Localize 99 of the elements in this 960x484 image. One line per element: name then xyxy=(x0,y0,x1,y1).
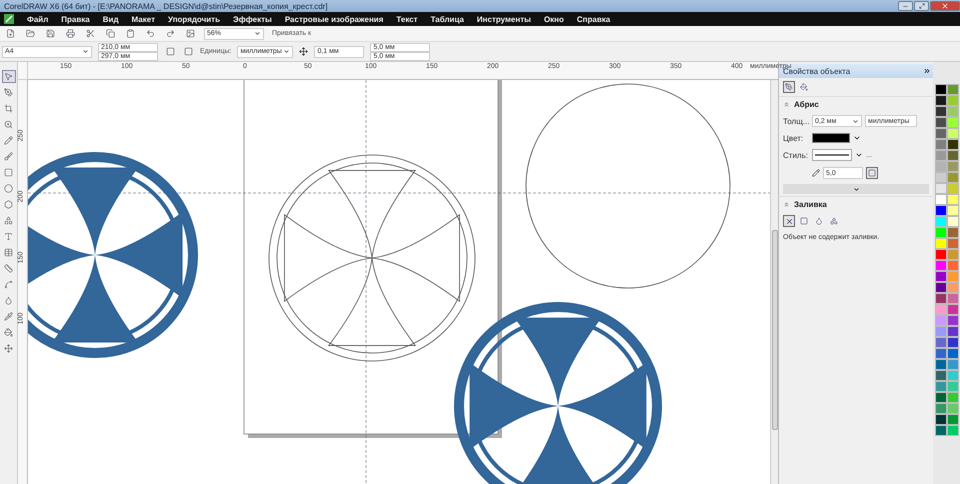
print-icon xyxy=(66,29,74,38)
no-fill-button[interactable] xyxy=(783,215,795,227)
paint-bucket-icon xyxy=(4,328,13,337)
tool-button[interactable] xyxy=(2,326,16,339)
menu-item[interactable]: Эффекты xyxy=(233,14,272,24)
text-tool-icon xyxy=(4,232,13,241)
pen-tool-icon xyxy=(4,88,13,97)
window-title: CorelDRAW X6 (64 бит) - [E:\PANORAMA _ DESIGN\d@stin\Резервная_копия_крест.cdr] xyxy=(4,2,328,10)
menu-item[interactable]: Окно xyxy=(544,14,564,24)
landscape-icon xyxy=(184,47,192,56)
zoom-icon xyxy=(4,120,13,129)
toolbar-button[interactable] xyxy=(144,28,156,40)
tool-button[interactable] xyxy=(2,310,16,323)
tool-button[interactable] xyxy=(2,70,16,83)
pen-icon xyxy=(785,83,793,91)
folder-icon xyxy=(26,29,34,38)
expand-icon[interactable] xyxy=(923,67,931,75)
ellipse-icon xyxy=(4,184,13,193)
tool-button[interactable] xyxy=(2,102,16,115)
rectangle-icon xyxy=(4,168,13,177)
tool-button[interactable] xyxy=(2,182,16,195)
caret-icon xyxy=(283,48,290,55)
nudge-icon xyxy=(299,47,308,56)
collapse-icon xyxy=(783,101,790,108)
caret-icon xyxy=(852,186,860,192)
menu-item[interactable]: Инструменты xyxy=(476,14,531,24)
landscape-button[interactable] xyxy=(182,46,194,58)
close-icon xyxy=(941,2,949,10)
droplet-icon xyxy=(4,296,13,305)
redo-icon xyxy=(166,29,174,38)
field-label: Толщ... xyxy=(783,116,809,126)
move-icon xyxy=(4,344,13,353)
fill-section-header[interactable]: Заливка xyxy=(779,196,933,212)
toolbar-button[interactable] xyxy=(4,28,16,40)
table-icon xyxy=(4,248,13,257)
paint-bucket-icon xyxy=(800,83,808,91)
toolbar-button[interactable] xyxy=(24,28,36,40)
pattern-icon xyxy=(830,217,838,225)
copy-icon xyxy=(106,29,114,38)
undo-icon xyxy=(146,29,154,38)
menu-item[interactable]: Таблица xyxy=(430,14,464,24)
eyedropper-icon xyxy=(4,312,13,321)
collapse-icon xyxy=(783,201,790,208)
curve-icon xyxy=(4,280,13,289)
tool-button[interactable] xyxy=(2,86,16,99)
ruler-icon xyxy=(4,264,13,273)
cut-icon xyxy=(86,29,94,38)
caret-icon xyxy=(852,118,859,124)
menu-item[interactable]: Упорядочить xyxy=(168,14,220,24)
app-logo xyxy=(4,14,14,24)
tool-button[interactable] xyxy=(2,134,16,147)
toolbar-button[interactable] xyxy=(124,28,136,40)
menu-item[interactable]: Справка xyxy=(576,14,610,24)
hexagon-icon xyxy=(4,200,13,209)
paste-icon xyxy=(126,29,134,38)
outline-section-header[interactable]: Абрис xyxy=(779,96,933,112)
shapes-icon xyxy=(4,216,13,225)
field-label: Цвет: xyxy=(783,134,804,142)
menu-item[interactable]: Растровые изображения xyxy=(284,14,384,24)
outline-tab[interactable] xyxy=(783,81,795,93)
gradient-icon xyxy=(815,217,823,225)
save-icon xyxy=(46,29,54,38)
new-icon xyxy=(6,29,14,38)
toolbar-button[interactable] xyxy=(184,28,196,40)
menu-item[interactable]: Текст xyxy=(396,14,418,24)
corner-button[interactable] xyxy=(866,167,878,179)
fill-tab[interactable] xyxy=(798,81,810,93)
toolbar-button[interactable] xyxy=(44,28,56,40)
portrait-icon xyxy=(166,47,174,56)
caret-icon xyxy=(254,30,261,37)
maximize-button[interactable] xyxy=(914,1,929,11)
dropdown-icon[interactable] xyxy=(853,134,861,142)
pointer-tool-icon xyxy=(4,72,13,81)
line-style-dropdown[interactable] xyxy=(812,149,852,161)
image-icon xyxy=(186,29,194,38)
menu-item[interactable]: Правка xyxy=(61,14,90,24)
toolbar-button[interactable] xyxy=(84,28,96,40)
pencil-icon xyxy=(4,136,13,145)
menu-item[interactable]: Макет xyxy=(132,14,156,24)
field-label: Стиль: xyxy=(783,150,809,160)
x-icon xyxy=(784,216,794,226)
toolbar-button[interactable] xyxy=(104,28,116,40)
menu-item[interactable]: Файл xyxy=(27,14,48,24)
tool-button[interactable] xyxy=(2,262,16,275)
brush-icon xyxy=(4,152,13,161)
solid-line-icon xyxy=(815,154,849,156)
menu-item[interactable]: Вид xyxy=(102,14,119,24)
toolbar-button[interactable] xyxy=(64,28,76,40)
tool-button[interactable] xyxy=(2,150,16,163)
caret-icon xyxy=(82,48,89,55)
tool-button[interactable] xyxy=(2,342,16,355)
crop-icon xyxy=(4,104,13,113)
dropdown-icon[interactable] xyxy=(855,151,863,159)
pattern-fill-button[interactable] xyxy=(828,215,840,227)
vertical-scrollbar[interactable] xyxy=(770,80,778,484)
portrait-button[interactable] xyxy=(164,46,176,58)
square-icon xyxy=(800,217,808,225)
toolbar-button[interactable] xyxy=(164,28,176,40)
corner-icon xyxy=(868,169,876,177)
